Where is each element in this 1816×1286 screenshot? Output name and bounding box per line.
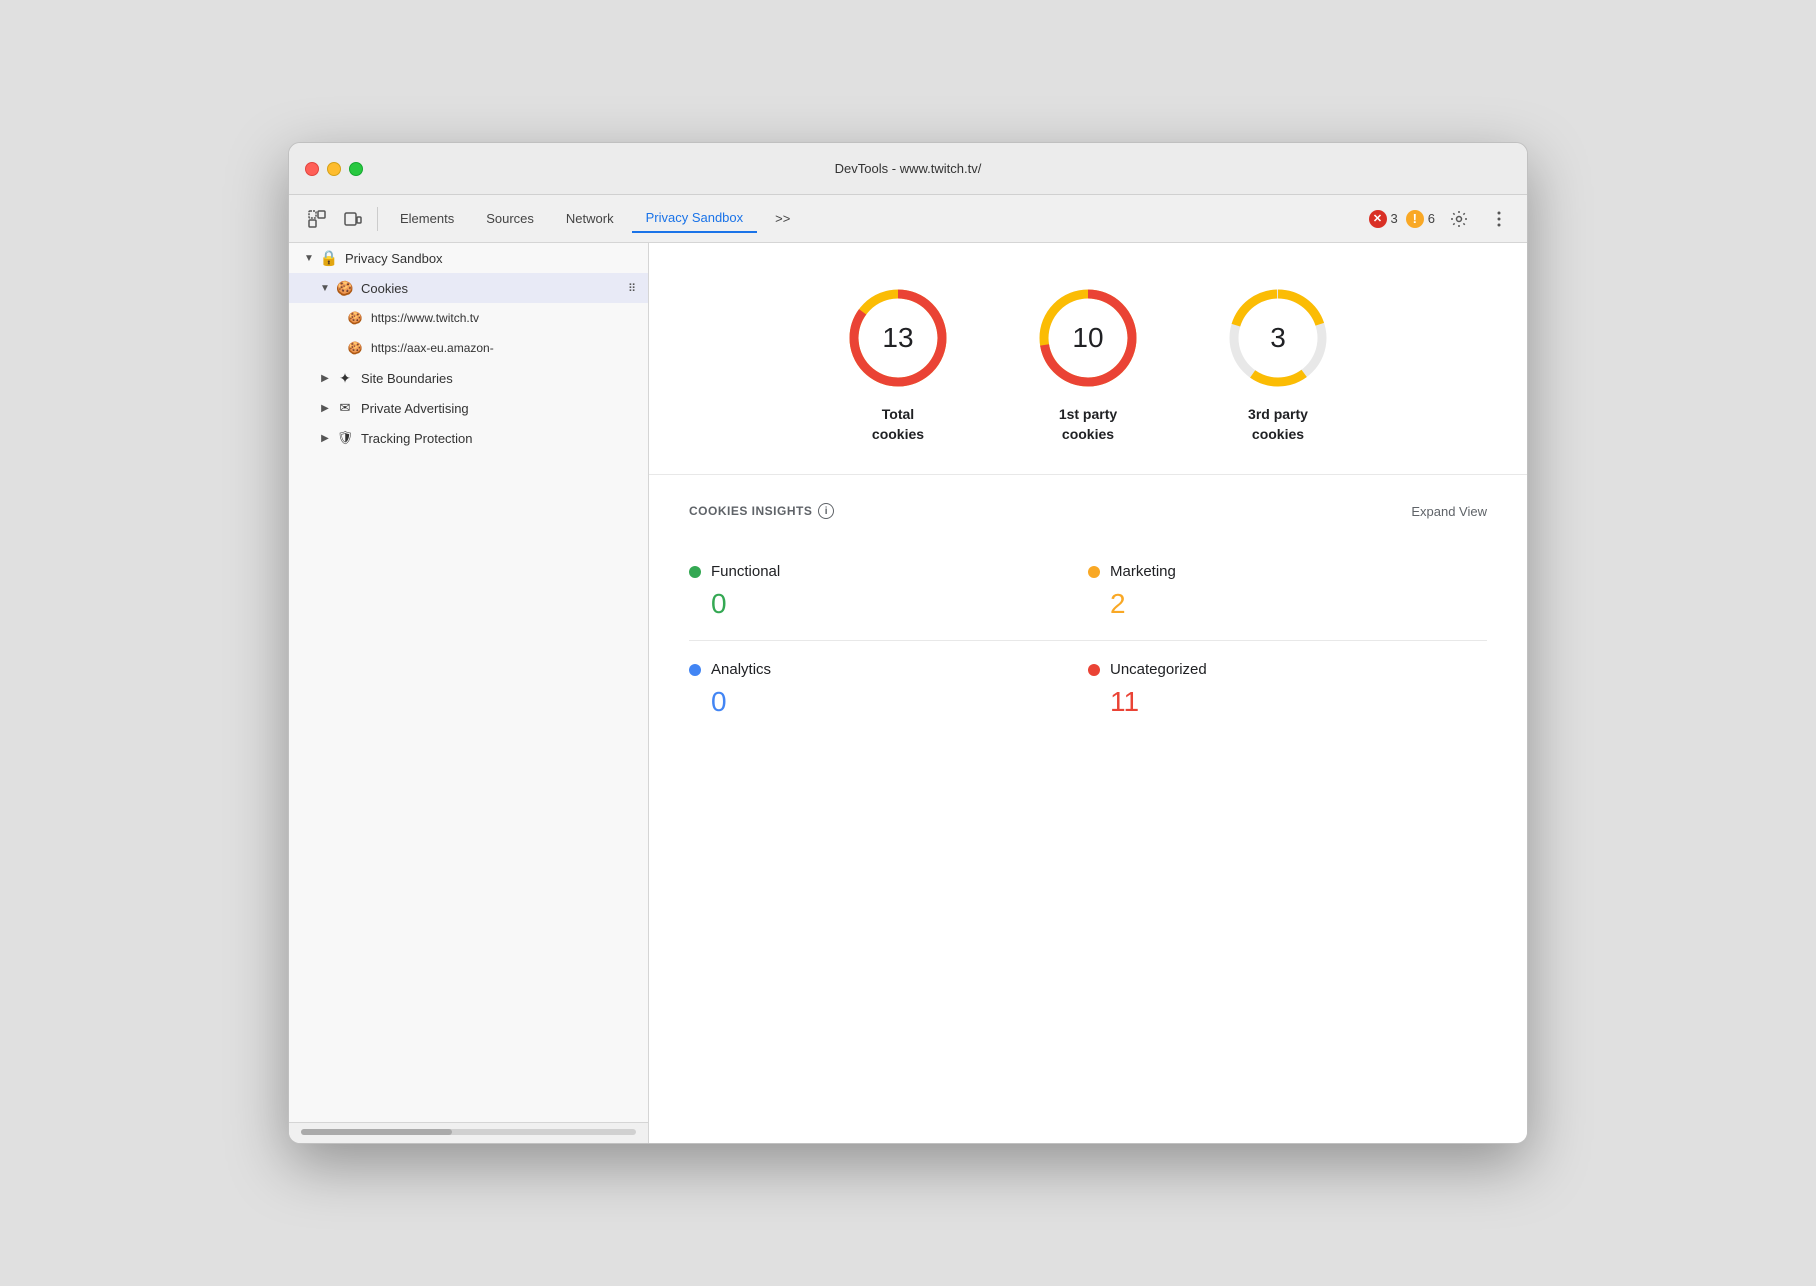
tab-network[interactable]: Network [552, 205, 628, 232]
uncategorized-value: 11 [1088, 686, 1467, 718]
total-cookies-number: 13 [882, 322, 913, 354]
maximize-button[interactable] [349, 162, 363, 176]
sidebar-item-tracking-protection[interactable]: ▶ 🛡 Tracking Protection [289, 423, 648, 453]
sidebar-label-twitch: https://www.twitch.tv [371, 311, 479, 325]
analytics-label: Analytics [711, 661, 771, 678]
warning-icon: ! [1406, 210, 1424, 228]
marketing-label-row: Marketing [1088, 563, 1467, 580]
warnings-count: 6 [1428, 211, 1435, 226]
uncategorized-label-row: Uncategorized [1088, 661, 1467, 678]
settings-icon[interactable] [1443, 203, 1475, 235]
total-cookies-donut: 13 [843, 283, 953, 393]
marketing-dot [1088, 566, 1100, 578]
insights-title: COOKIES INSIGHTS i [689, 503, 834, 519]
analytics-dot [689, 664, 701, 676]
sidebar-item-cookies[interactable]: ▼ 🍪 Cookies ⠿ [289, 273, 648, 303]
analytics-label-row: Analytics [689, 661, 1068, 678]
cookies-icon: 🍪 [335, 278, 355, 298]
insights-title-text: COOKIES INSIGHTS [689, 504, 812, 518]
insight-marketing: Marketing 2 [1088, 543, 1487, 641]
sidebar-item-amazon[interactable]: 🍪 https://aax-eu.amazon- [289, 333, 648, 363]
private-advertising-arrow: ▶ [317, 400, 333, 416]
toolbar: Elements Sources Network Privacy Sandbox… [289, 195, 1527, 243]
sidebar-label-tracking-protection: Tracking Protection [361, 431, 473, 446]
insight-functional: Functional 0 [689, 543, 1088, 641]
first-party-number: 10 [1072, 322, 1103, 354]
functional-label: Functional [711, 563, 780, 580]
functional-value: 0 [689, 588, 1068, 620]
stat-third-party: 3 3rd partycookies [1223, 283, 1333, 444]
sidebar-label-amazon: https://aax-eu.amazon- [371, 341, 494, 355]
tab-privacy-sandbox[interactable]: Privacy Sandbox [632, 204, 758, 233]
traffic-lights [305, 162, 363, 176]
main-content: ▼ 🔒 Privacy Sandbox ▼ 🍪 Cookies ⠿ 🍪 http… [289, 243, 1527, 1143]
expand-view-button[interactable]: Expand View [1411, 504, 1487, 519]
scrollbar-thumb [301, 1129, 452, 1135]
marketing-label: Marketing [1110, 563, 1176, 580]
sidebar-item-site-boundaries[interactable]: ▶ ✦ Site Boundaries [289, 363, 648, 393]
scrollbar-track [301, 1129, 636, 1135]
sidebar: ▼ 🔒 Privacy Sandbox ▼ 🍪 Cookies ⠿ 🍪 http… [289, 243, 649, 1143]
tab-elements[interactable]: Elements [386, 205, 468, 232]
error-icon: ✕ [1369, 210, 1387, 228]
first-party-donut: 10 [1033, 283, 1143, 393]
third-party-label: 3rd partycookies [1248, 405, 1308, 444]
third-party-donut: 3 [1223, 283, 1333, 393]
insights-section: COOKIES INSIGHTS i Expand View Functiona… [649, 475, 1527, 1143]
privacy-sandbox-icon: 🔒 [319, 248, 339, 268]
total-cookies-label: Totalcookies [872, 405, 924, 444]
cookies-grid-icon[interactable]: ⠿ [628, 282, 636, 295]
sidebar-label-cookies: Cookies [361, 281, 408, 296]
sidebar-item-privacy-sandbox[interactable]: ▼ 🔒 Privacy Sandbox [289, 243, 648, 273]
tracking-protection-icon: 🛡 [335, 428, 355, 448]
uncategorized-dot [1088, 664, 1100, 676]
devtools-window: DevTools - www.twitch.tv/ Elements Sourc… [288, 142, 1528, 1144]
more-options-icon[interactable] [1483, 203, 1515, 235]
sidebar-label-privacy-sandbox: Privacy Sandbox [345, 251, 443, 266]
errors-count: 3 [1391, 211, 1398, 226]
sidebar-item-twitch[interactable]: 🍪 https://www.twitch.tv [289, 303, 648, 333]
tab-sources[interactable]: Sources [472, 205, 548, 232]
stat-first-party: 10 1st partycookies [1033, 283, 1143, 444]
marketing-value: 2 [1088, 588, 1467, 620]
uncategorized-label: Uncategorized [1110, 661, 1207, 678]
main-panel: 13 Totalcookies 10 1st partycookies [649, 243, 1527, 1143]
insights-info-icon[interactable]: i [818, 503, 834, 519]
tracking-protection-arrow: ▶ [317, 430, 333, 446]
sidebar-scrollbar [289, 1122, 648, 1143]
site-boundaries-icon: ✦ [335, 368, 355, 388]
errors-badge[interactable]: ✕ 3 [1369, 210, 1398, 228]
window-title: DevTools - www.twitch.tv/ [835, 161, 982, 176]
minimize-button[interactable] [327, 162, 341, 176]
warnings-badge[interactable]: ! 6 [1406, 210, 1435, 228]
functional-dot [689, 566, 701, 578]
toolbar-separator-1 [377, 207, 378, 231]
close-button[interactable] [305, 162, 319, 176]
device-toggle-icon[interactable] [337, 203, 369, 235]
insights-grid: Functional 0 Marketing 2 [689, 543, 1487, 738]
sidebar-item-private-advertising[interactable]: ▶ ✉ Private Advertising [289, 393, 648, 423]
arrow-down-icon: ▼ [301, 250, 317, 266]
site-boundaries-arrow: ▶ [317, 370, 333, 386]
cookies-arrow-down: ▼ [317, 280, 333, 296]
toolbar-right: ✕ 3 ! 6 [1369, 203, 1515, 235]
third-party-number: 3 [1270, 322, 1286, 354]
functional-label-row: Functional [689, 563, 1068, 580]
insight-analytics: Analytics 0 [689, 641, 1088, 738]
analytics-value: 0 [689, 686, 1068, 718]
tab-more[interactable]: >> [761, 205, 804, 232]
sidebar-label-private-advertising: Private Advertising [361, 401, 469, 416]
twitch-cookie-icon: 🍪 [345, 308, 365, 328]
stats-section: 13 Totalcookies 10 1st partycookies [649, 243, 1527, 475]
insight-uncategorized: Uncategorized 11 [1088, 641, 1487, 738]
private-advertising-icon: ✉ [335, 398, 355, 418]
stat-total-cookies: 13 Totalcookies [843, 283, 953, 444]
first-party-label: 1st partycookies [1059, 405, 1117, 444]
title-bar: DevTools - www.twitch.tv/ [289, 143, 1527, 195]
sidebar-label-site-boundaries: Site Boundaries [361, 371, 453, 386]
insights-header: COOKIES INSIGHTS i Expand View [689, 503, 1487, 519]
amazon-cookie-icon: 🍪 [345, 338, 365, 358]
inspector-icon[interactable] [301, 203, 333, 235]
